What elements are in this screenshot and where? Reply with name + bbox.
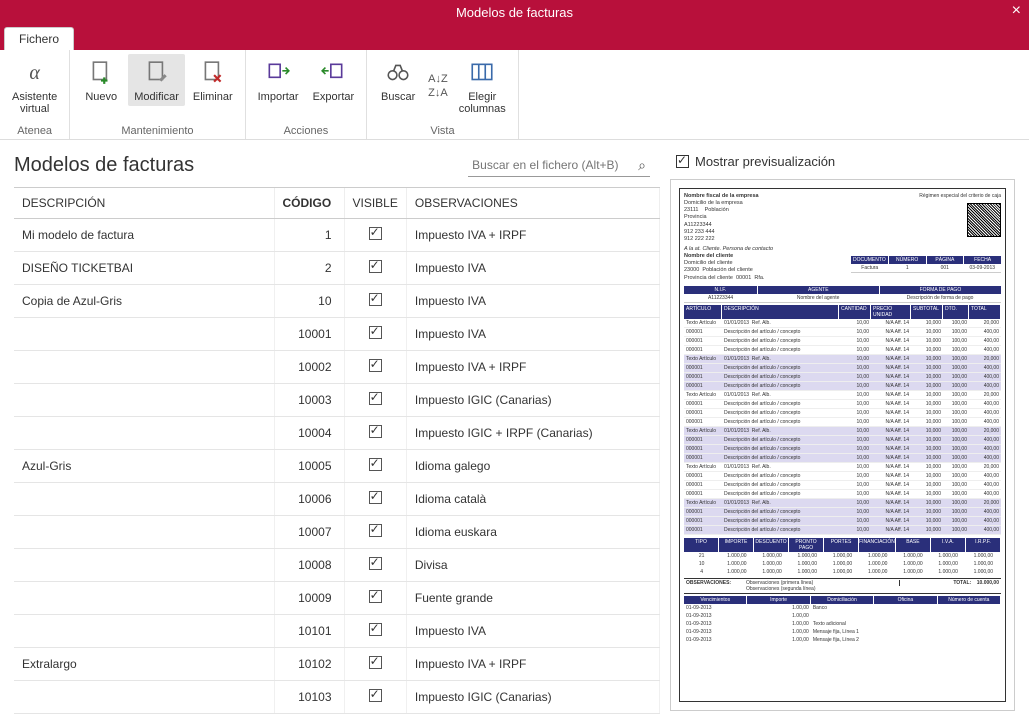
col-codigo[interactable]: CÓDIGO: [274, 188, 344, 219]
invoice-preview: Nombre fiscal de la empresa Domicilio de…: [679, 188, 1006, 702]
checkbox-icon[interactable]: [369, 458, 382, 471]
checkbox-icon[interactable]: [369, 392, 382, 405]
table-row[interactable]: 10003Impuesto IGIC (Canarias): [14, 384, 660, 417]
title-bar: Modelos de facturas ×: [0, 0, 1029, 25]
col-obs[interactable]: OBSERVACIONES: [406, 188, 659, 219]
checkbox-icon[interactable]: [369, 689, 382, 702]
checkbox-icon[interactable]: [369, 623, 382, 636]
document-x-icon: [197, 57, 229, 89]
checkbox-icon[interactable]: [369, 260, 382, 273]
group-mant-label: Mantenimiento: [76, 125, 238, 137]
group-acc-label: Acciones: [252, 125, 361, 137]
checkbox-icon[interactable]: [369, 326, 382, 339]
checkbox-icon[interactable]: [369, 425, 382, 438]
checkbox-icon: [676, 155, 689, 168]
table-row[interactable]: DISEÑO TICKETBAI2Impuesto IVA: [14, 252, 660, 285]
group-vista-label: Vista: [373, 125, 512, 137]
asistente-virtual-button[interactable]: α Asistente virtual: [6, 54, 63, 118]
sort-az-icon[interactable]: A↓Z: [428, 73, 448, 85]
col-visible[interactable]: VISIBLE: [344, 188, 406, 219]
window-title: Modelos de facturas: [456, 5, 573, 20]
close-icon[interactable]: ×: [1012, 2, 1021, 20]
tab-strip: Fichero: [0, 25, 1029, 50]
page-title: Modelos de facturas: [14, 154, 194, 177]
table-row[interactable]: 10101Impuesto IVA: [14, 615, 660, 648]
search-input[interactable]: [472, 158, 632, 172]
nuevo-button[interactable]: Nuevo: [76, 54, 126, 106]
document-pencil-icon: [141, 57, 173, 89]
col-desc[interactable]: DESCRIPCIÓN: [14, 188, 274, 219]
table-row[interactable]: 10009Fuente grande: [14, 582, 660, 615]
table-row[interactable]: Copia de Azul-Gris10Impuesto IVA: [14, 285, 660, 318]
checkbox-icon[interactable]: [369, 557, 382, 570]
checkbox-icon[interactable]: [369, 227, 382, 240]
exportar-button[interactable]: Exportar: [307, 54, 361, 106]
binoculars-icon: [382, 57, 414, 89]
preview-box: Nombre fiscal de la empresa Domicilio de…: [670, 179, 1015, 711]
table-row[interactable]: Azul-Gris10005Idioma galego: [14, 450, 660, 483]
table-row[interactable]: 10103Impuesto IGIC (Canarias): [14, 681, 660, 714]
preview-checkbox[interactable]: Mostrar previsualización: [676, 154, 1015, 169]
checkbox-icon[interactable]: [369, 293, 382, 306]
search-input-wrap[interactable]: ⌕: [468, 155, 650, 177]
buscar-button[interactable]: Buscar: [373, 54, 423, 118]
modificar-button[interactable]: Modificar: [128, 54, 185, 106]
qr-code-icon: [967, 203, 1001, 237]
grid[interactable]: DESCRIPCIÓN CÓDIGO VISIBLE OBSERVACIONES…: [14, 187, 660, 721]
ribbon: α Asistente virtual Atenea Nuevo Modific…: [0, 50, 1029, 140]
sort-za-icon[interactable]: Z↓A: [428, 87, 448, 99]
table-row[interactable]: 10006Idioma català: [14, 483, 660, 516]
import-icon: [262, 57, 294, 89]
elegir-columnas-button[interactable]: Elegir columnas: [453, 54, 512, 118]
export-icon: [317, 57, 349, 89]
table-row[interactable]: 10008Divisa: [14, 549, 660, 582]
checkbox-icon[interactable]: [369, 656, 382, 669]
table-row[interactable]: Mi modelo de factura1Impuesto IVA + IRPF: [14, 219, 660, 252]
table-row[interactable]: 10002Impuesto IVA + IRPF: [14, 351, 660, 384]
checkbox-icon[interactable]: [369, 359, 382, 372]
checkbox-icon[interactable]: [369, 590, 382, 603]
table-row[interactable]: Extralargo10102Impuesto IVA + IRPF: [14, 648, 660, 681]
search-icon[interactable]: ⌕: [638, 157, 646, 174]
table-row[interactable]: 10001Impuesto IVA: [14, 318, 660, 351]
alpha-icon: α: [19, 57, 51, 89]
checkbox-icon[interactable]: [369, 524, 382, 537]
columns-icon: [466, 57, 498, 89]
tab-fichero[interactable]: Fichero: [4, 27, 74, 50]
eliminar-button[interactable]: Eliminar: [187, 54, 239, 106]
document-plus-icon: [85, 57, 117, 89]
table-row[interactable]: 10004Impuesto IGIC + IRPF (Canarias): [14, 417, 660, 450]
group-atenea-label: Atenea: [6, 125, 63, 137]
checkbox-icon[interactable]: [369, 491, 382, 504]
importar-button[interactable]: Importar: [252, 54, 305, 106]
table-row[interactable]: 10007Idioma euskara: [14, 516, 660, 549]
